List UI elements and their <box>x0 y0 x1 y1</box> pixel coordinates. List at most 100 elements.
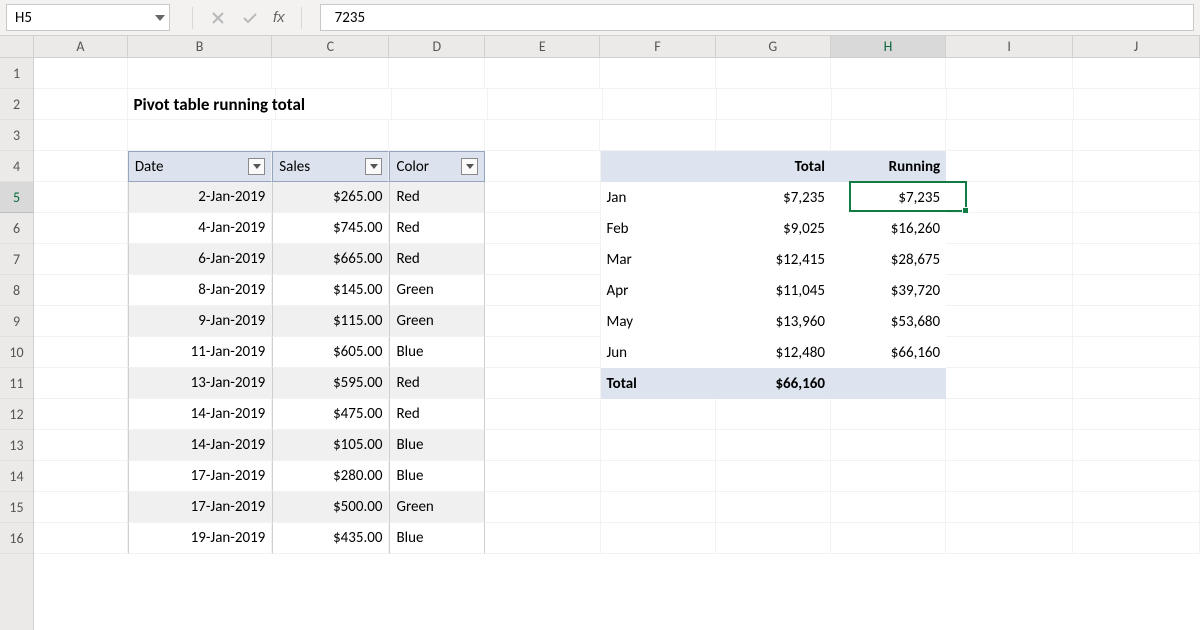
table-cell-color[interactable]: Red <box>389 368 485 399</box>
table-cell-date[interactable]: 4-Jan-2019 <box>128 213 272 244</box>
column-header-J[interactable]: J <box>1073 36 1200 57</box>
table-cell-color[interactable]: Blue <box>389 461 485 492</box>
row-header-7[interactable]: 7 <box>0 244 33 275</box>
table-cell-date[interactable]: 17-Jan-2019 <box>128 492 272 523</box>
table-cell-color[interactable]: Red <box>389 182 485 213</box>
table-cell-date[interactable]: 19-Jan-2019 <box>128 523 272 554</box>
enter-formula-button[interactable] <box>241 9 259 27</box>
pivot-month[interactable]: Jan <box>601 182 716 213</box>
table-cell-sales[interactable]: $605.00 <box>272 337 389 368</box>
table-cell-color[interactable]: Red <box>389 213 485 244</box>
row-header-1[interactable]: 1 <box>0 58 33 89</box>
table-cell-date[interactable]: 2-Jan-2019 <box>128 182 272 213</box>
column-header-A[interactable]: A <box>34 36 128 57</box>
row-header-5[interactable]: 5 <box>0 182 33 213</box>
table-cell-date[interactable]: 14-Jan-2019 <box>128 430 272 461</box>
pivot-total[interactable]: $9,025 <box>716 213 831 244</box>
table-cell-sales[interactable]: $435.00 <box>272 523 389 554</box>
pivot-month[interactable]: Mar <box>601 244 716 275</box>
table-cell-color[interactable]: Red <box>389 399 485 430</box>
filter-dropdown-icon[interactable] <box>248 158 265 175</box>
pivot-month[interactable]: Apr <box>601 275 716 306</box>
table-cell-sales[interactable]: $105.00 <box>272 430 389 461</box>
filter-dropdown-icon[interactable] <box>365 158 382 175</box>
row-header-10[interactable]: 10 <box>0 337 33 368</box>
table-cell-sales[interactable]: $745.00 <box>272 213 389 244</box>
table-cell-sales[interactable]: $145.00 <box>272 275 389 306</box>
column-header-B[interactable]: B <box>128 36 273 57</box>
row-header-15[interactable]: 15 <box>0 492 33 523</box>
pivot-total[interactable]: $13,960 <box>716 306 831 337</box>
fx-label[interactable]: fx <box>273 9 285 26</box>
table-cell-color[interactable]: Green <box>389 492 485 523</box>
row-header-2[interactable]: 2 <box>0 89 33 120</box>
table-header-date[interactable]: Date <box>128 151 272 182</box>
table-cell-date[interactable]: 14-Jan-2019 <box>128 399 272 430</box>
row-header-13[interactable]: 13 <box>0 430 33 461</box>
name-box-dropdown-icon[interactable] <box>151 5 169 30</box>
fx-button-group: fx <box>174 0 320 35</box>
row-header-6[interactable]: 6 <box>0 213 33 244</box>
table-cell-sales[interactable]: $475.00 <box>272 399 389 430</box>
table-cell-sales[interactable]: $280.00 <box>272 461 389 492</box>
pivot-running[interactable]: $66,160 <box>831 337 946 368</box>
table-cell-sales[interactable]: $595.00 <box>272 368 389 399</box>
sheet-body[interactable]: Pivot table running total Date Sales Col… <box>34 58 1200 554</box>
pivot-month[interactable]: Jun <box>601 337 716 368</box>
pivot-running[interactable]: $53,680 <box>831 306 946 337</box>
table-header-color[interactable]: Color <box>389 151 485 182</box>
table-cell-date[interactable]: 9-Jan-2019 <box>128 306 272 337</box>
pivot-month[interactable]: Feb <box>601 213 716 244</box>
pivot-running[interactable]: $39,720 <box>831 275 946 306</box>
table-cell-color[interactable]: Blue <box>389 337 485 368</box>
row-header-12[interactable]: 12 <box>0 399 33 430</box>
row-header-4[interactable]: 4 <box>0 151 33 182</box>
column-header-G[interactable]: G <box>716 36 831 57</box>
select-all-corner[interactable] <box>0 36 33 58</box>
formula-input[interactable]: 7235 <box>320 4 1194 31</box>
table-header-sales[interactable]: Sales <box>272 151 389 182</box>
table-cell-color[interactable]: Red <box>389 244 485 275</box>
pivot-total-value[interactable]: $66,160 <box>716 368 831 399</box>
table-cell-color[interactable]: Blue <box>389 523 485 554</box>
table-cell-sales[interactable]: $265.00 <box>272 182 389 213</box>
pivot-total-blank[interactable] <box>831 368 946 399</box>
row-header-11[interactable]: 11 <box>0 368 33 399</box>
column-header-D[interactable]: D <box>389 36 485 57</box>
pivot-header-running: Running <box>831 151 946 182</box>
pivot-total[interactable]: $12,415 <box>716 244 831 275</box>
pivot-total[interactable]: $11,045 <box>716 275 831 306</box>
pivot-total[interactable]: $12,480 <box>716 337 831 368</box>
table-cell-color[interactable]: Green <box>389 306 485 337</box>
pivot-running[interactable]: $28,675 <box>831 244 946 275</box>
row-header-8[interactable]: 8 <box>0 275 33 306</box>
name-box[interactable]: H5 <box>6 4 170 31</box>
table-cell-sales[interactable]: $500.00 <box>272 492 389 523</box>
row-header-16[interactable]: 16 <box>0 523 33 554</box>
column-header-F[interactable]: F <box>600 36 715 57</box>
table-cell-date[interactable]: 13-Jan-2019 <box>128 368 272 399</box>
table-cell-color[interactable]: Green <box>389 275 485 306</box>
column-header-I[interactable]: I <box>946 36 1073 57</box>
table-cell-date[interactable]: 8-Jan-2019 <box>128 275 272 306</box>
row-header-3[interactable]: 3 <box>0 120 33 151</box>
table-cell-date[interactable]: 11-Jan-2019 <box>128 337 272 368</box>
table-cell-sales[interactable]: $115.00 <box>272 306 389 337</box>
pivot-total-label[interactable]: Total <box>601 368 716 399</box>
pivot-running[interactable]: $7,235 <box>831 182 946 213</box>
row-header-14[interactable]: 14 <box>0 461 33 492</box>
table-cell-sales[interactable]: $665.00 <box>272 244 389 275</box>
pivot-running[interactable]: $16,260 <box>831 213 946 244</box>
row-header-9[interactable]: 9 <box>0 306 33 337</box>
table-cell-color[interactable]: Blue <box>389 430 485 461</box>
column-header-H[interactable]: H <box>831 36 946 57</box>
cancel-formula-button[interactable] <box>209 9 227 27</box>
pivot-total[interactable]: $7,235 <box>716 182 831 213</box>
table-cell-date[interactable]: 17-Jan-2019 <box>128 461 272 492</box>
divider <box>301 7 302 29</box>
table-cell-date[interactable]: 6-Jan-2019 <box>128 244 272 275</box>
column-header-E[interactable]: E <box>485 36 600 57</box>
pivot-month[interactable]: May <box>601 306 716 337</box>
column-header-C[interactable]: C <box>272 36 389 57</box>
filter-dropdown-icon[interactable] <box>461 158 478 175</box>
